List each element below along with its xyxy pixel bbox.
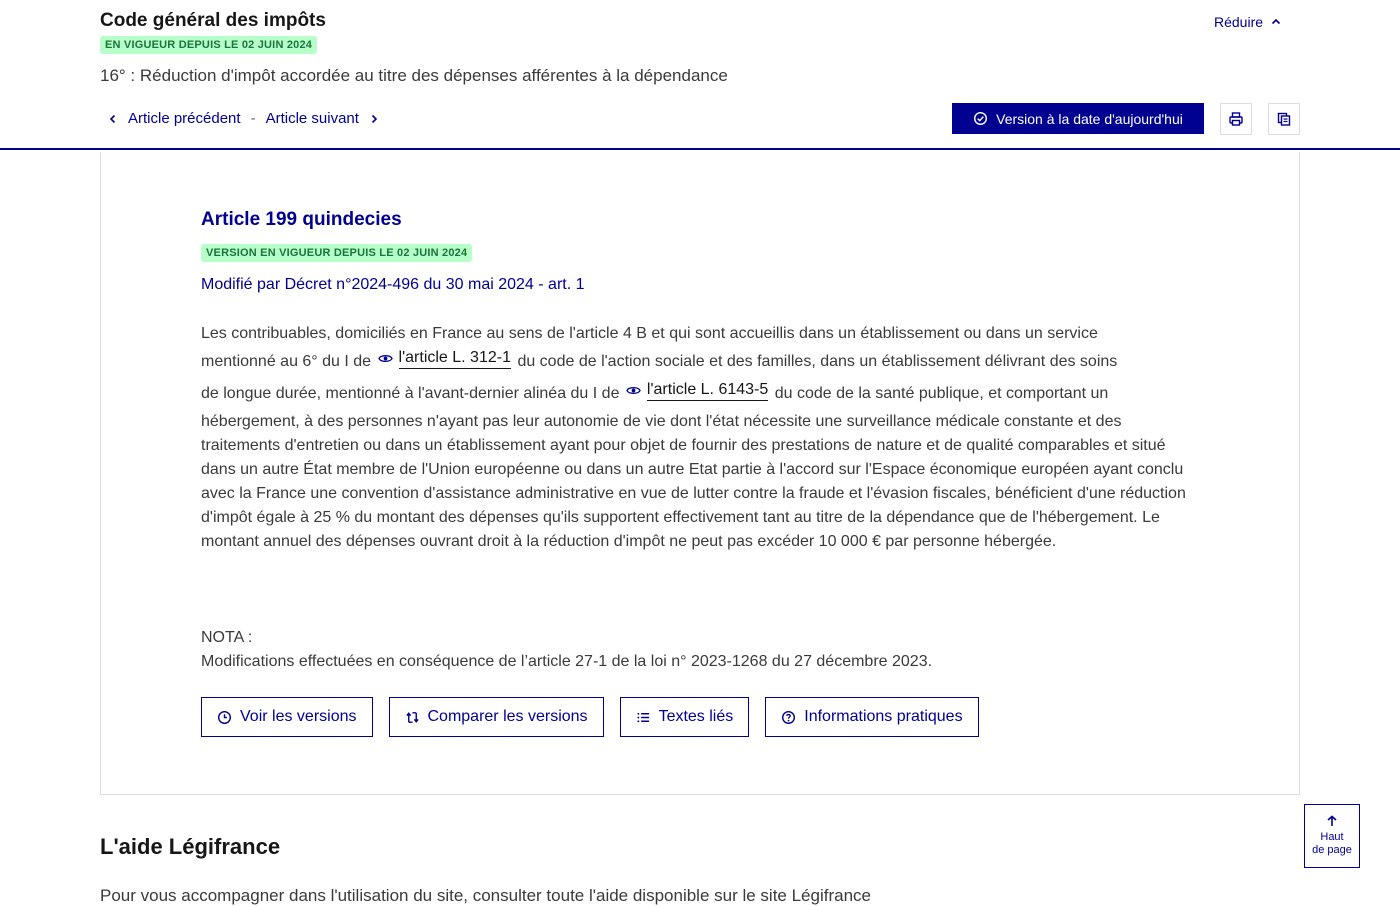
previous-article-link[interactable]: Article précédent: [100, 110, 241, 127]
article-text: Les contribuables, domiciliés en France …: [201, 325, 1098, 342]
linked-texts-button[interactable]: Textes liés: [619, 697, 750, 737]
chevron-up-icon: [1271, 18, 1281, 25]
chevron-left-icon: [109, 114, 116, 123]
question-circle-icon: [782, 710, 796, 724]
help-section-text: Pour vous accompagner dans l'utilisation…: [100, 886, 871, 905]
nota-label: NOTA :: [201, 629, 253, 646]
article-navigation: Article précédent - Article suivant: [100, 110, 379, 127]
print-button[interactable]: [1220, 103, 1252, 135]
version-badge: VERSION EN VIGUEUR DEPUIS LE 02 JUIN 202…: [201, 244, 473, 262]
status-badge: EN VIGUEUR DEPUIS LE 02 JUIN 2024: [100, 36, 318, 54]
check-circle-icon: [974, 111, 988, 126]
compare-versions-label: Comparer les versions: [427, 708, 588, 725]
eye-icon: [377, 355, 393, 362]
code-title: Code général des impôts: [100, 10, 326, 31]
view-versions-label: Voir les versions: [240, 708, 357, 725]
article-text-paragraph: hébergement, à des personnes n'ayant pas…: [201, 413, 1186, 550]
compare-versions-button[interactable]: Comparer les versions: [388, 697, 604, 737]
next-article-label: Article suivant: [265, 110, 359, 127]
back-to-top-line1: Haut: [1320, 831, 1344, 843]
article-text-line: mentionné au 6° du I de l'article L. 312…: [201, 346, 1201, 378]
reduce-label: Réduire: [1214, 14, 1264, 30]
linked-texts-label: Textes liés: [658, 708, 734, 725]
practical-info-button[interactable]: Informations pratiques: [765, 697, 979, 737]
nota-block: NOTA : Modifications effectuées en consé…: [201, 626, 932, 674]
back-to-top-line2: de page: [1312, 844, 1352, 856]
article-text-line: Les contribuables, domiciliés en France …: [201, 322, 1201, 346]
printer-icon: [1229, 112, 1243, 126]
practical-info-label: Informations pratiques: [804, 708, 963, 725]
nav-separator: -: [250, 110, 256, 127]
view-versions-button[interactable]: Voir les versions: [201, 697, 373, 737]
article-header: Code général des impôts EN VIGUEUR DEPUI…: [0, 0, 1400, 150]
current-version-button[interactable]: Version à la date d'aujourd'hui: [952, 103, 1204, 134]
nota-text: Modifications effectuées en conséquence …: [201, 653, 933, 670]
article-text: du code de l'action sociale et des famil…: [517, 353, 1118, 370]
section-title: 16° : Réduction d'impôt accordée au titr…: [100, 66, 728, 85]
article-reference-link[interactable]: l'article L. 312-1: [398, 348, 511, 369]
compare-arrows-icon: [405, 711, 419, 723]
current-version-label: Version à la date d'aujourd'hui: [996, 110, 1183, 127]
list-icon: [636, 712, 649, 722]
article-text: du code de la santé publique, et comport…: [774, 385, 1109, 402]
article-text: de longue durée, mentionné à l'avant-der…: [201, 385, 620, 402]
copy-icon: [1277, 112, 1291, 126]
next-article-link[interactable]: Article suivant: [266, 110, 379, 127]
reduce-button[interactable]: Réduire: [1214, 14, 1281, 30]
article-body: Les contribuables, domiciliés en France …: [201, 322, 1201, 554]
help-section-title: L'aide Légifrance: [100, 834, 281, 859]
chevron-right-icon: [371, 114, 378, 123]
eye-icon: [626, 387, 641, 394]
article-actions: Voir les versions Comparer les versions …: [201, 697, 979, 737]
article-text-line: de longue durée, mentionné à l'avant-der…: [201, 378, 1201, 410]
previous-article-label: Article précédent: [128, 110, 241, 127]
article-reference[interactable]: l'article L. 312-1: [377, 348, 511, 369]
article-reference-link[interactable]: l'article L. 6143-5: [646, 380, 769, 401]
modified-by-link[interactable]: Modifié par Décret n°2024-496 du 30 mai …: [201, 276, 585, 294]
arrow-up-icon: [1327, 815, 1337, 826]
back-to-top-button[interactable]: Haut de page: [1304, 804, 1360, 868]
article-reference[interactable]: l'article L. 6143-5: [626, 380, 769, 401]
article-title: Article 199 quindecies: [201, 209, 402, 230]
article-text: mentionné au 6° du I de: [201, 353, 372, 370]
article-card: Article 199 quindecies VERSION EN VIGUEU…: [100, 152, 1300, 795]
copy-button[interactable]: [1268, 103, 1300, 135]
clock-icon: [217, 710, 232, 724]
